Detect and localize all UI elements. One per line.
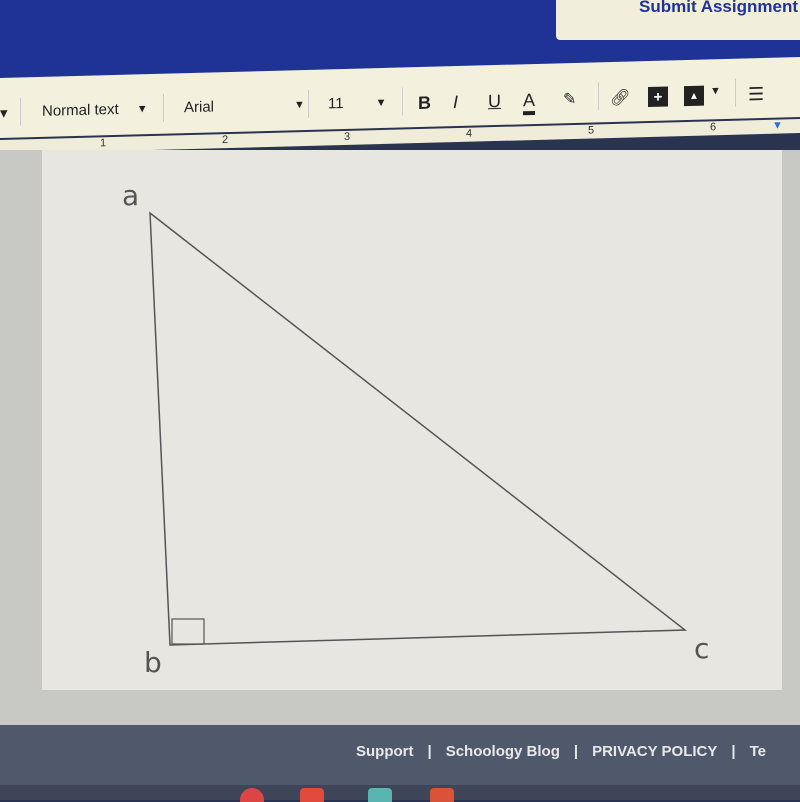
font-select[interactable]: Arial ▼ [184, 96, 305, 116]
chevron-down-icon[interactable]: ▼ [710, 85, 721, 97]
divider [308, 89, 309, 118]
underline-button[interactable]: U [488, 91, 501, 112]
footer: Support | Schoology Blog | PRIVACY POLIC… [0, 725, 800, 785]
align-left-icon[interactable]: ☰ [748, 84, 764, 105]
ruler-mark: 4 [466, 127, 473, 140]
italic-button[interactable]: I [453, 92, 458, 113]
right-triangle [149, 211, 688, 646]
divider [598, 82, 599, 111]
submit-assignment-button[interactable]: Submit Assignment [556, 0, 800, 40]
separator: | [573, 743, 579, 760]
separator: | [731, 743, 736, 760]
bold-button[interactable]: B [418, 93, 431, 114]
font-value: Arial [184, 98, 215, 117]
insert-image-icon[interactable]: ▲ [684, 85, 704, 107]
divider [402, 87, 403, 116]
link-icon[interactable]: 🔗︎ [610, 87, 630, 108]
document-canvas: a b c [0, 150, 800, 725]
chevron-down-icon: ▼ [294, 98, 305, 111]
style-value: Normal text [42, 100, 119, 120]
footer-link-support[interactable]: Support [356, 743, 414, 760]
vertex-label-b: b [144, 646, 162, 679]
right-angle-marker [171, 618, 205, 645]
triangle-drawing: a b c [122, 179, 709, 679]
ruler-mark: 6 [710, 121, 717, 134]
footer-link-blog[interactable]: Schoology Blog [446, 743, 560, 760]
font-size-value: 11 [328, 95, 344, 113]
footer-link-terms[interactable]: Te [750, 743, 766, 760]
add-comment-icon[interactable]: + [648, 86, 668, 108]
taskbar [0, 785, 800, 802]
ruler-mark: 2 [222, 134, 229, 147]
style-select[interactable]: Normal text ▼ [42, 100, 148, 120]
ruler-mark: 3 [344, 130, 351, 143]
separator: | [427, 743, 432, 760]
chevron-down-icon: ▼ [136, 102, 148, 115]
footer-link-privacy[interactable]: PRIVACY POLICY [592, 743, 717, 760]
ruler-mark: 5 [588, 124, 595, 137]
document-page[interactable]: a b c [42, 150, 782, 690]
chevron-down-icon: ▼ [375, 96, 387, 109]
vertex-label-a: a [122, 179, 139, 212]
divider [163, 93, 164, 122]
indent-marker-icon[interactable]: ▼ [772, 119, 783, 131]
vertex-label-c: c [694, 632, 709, 665]
text-color-button[interactable]: A [523, 89, 536, 116]
font-size-select[interactable]: 11 ▼ [328, 94, 387, 113]
divider [20, 97, 21, 126]
highlighter-icon[interactable]: ✎ [563, 89, 576, 109]
divider [735, 78, 736, 107]
ruler-mark: 1 [100, 137, 107, 150]
chevron-down-icon[interactable]: ▾ [0, 104, 8, 122]
